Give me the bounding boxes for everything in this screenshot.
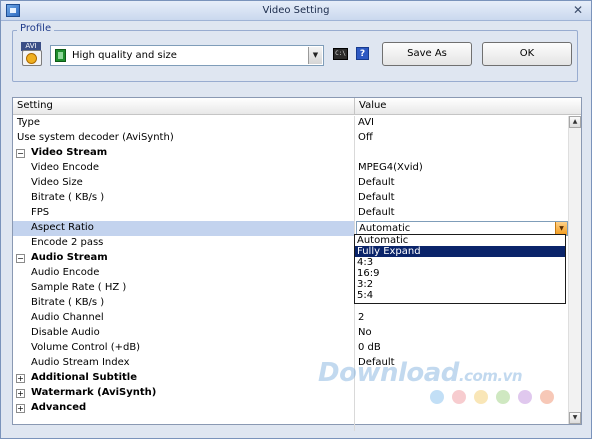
grid-row-volume-control[interactable]: Volume Control (+dB) 0 dB (13, 341, 568, 356)
dropdown-option[interactable]: 16:9 (355, 268, 565, 279)
row-value[interactable]: No (356, 326, 568, 341)
row-value[interactable]: AVI (356, 116, 568, 131)
row-value[interactable]: 2 (356, 311, 568, 326)
row-value[interactable]: Off (356, 131, 568, 146)
save-as-button[interactable]: Save As (382, 42, 472, 66)
dropdown-option[interactable]: 4:3 (355, 257, 565, 268)
group-label: Additional Subtitle (13, 371, 355, 386)
grid-row-video-bitrate[interactable]: Bitrate ( KB/s ) Default (13, 191, 568, 206)
row-setting: Disable Audio (13, 326, 355, 341)
grid-row-fps[interactable]: FPS Default (13, 206, 568, 221)
collapse-icon[interactable]: − (16, 254, 25, 263)
row-setting: Use system decoder (AviSynth) (13, 131, 355, 146)
aspect-ratio-dropdown: Automatic Fully Expand 4:3 16:9 3:2 5:4 (354, 234, 566, 304)
row-setting: Encode 2 pass (13, 236, 355, 251)
row-value (356, 371, 568, 386)
group-video-stream[interactable]: Video Stream − (13, 146, 568, 161)
header-setting[interactable]: Setting (13, 98, 355, 115)
dropdown-option[interactable]: Automatic (355, 235, 565, 246)
grid-row-video-size[interactable]: Video Size Default (13, 176, 568, 191)
row-setting: Audio Channel (13, 311, 355, 326)
row-setting: Type (13, 116, 355, 131)
row-value[interactable]: 0 dB (356, 341, 568, 356)
row-setting: Bitrate ( KB/s ) (13, 296, 355, 311)
row-value (356, 146, 568, 161)
group-watermark[interactable]: Watermark (AviSynth) + (13, 386, 568, 401)
grid-row-disable-audio[interactable]: Disable Audio No (13, 326, 568, 341)
row-value[interactable]: Default (356, 356, 568, 371)
grid-row-audio-channel[interactable]: Audio Channel 2 (13, 311, 568, 326)
row-value[interactable]: Default (356, 206, 568, 221)
group-label: Watermark (AviSynth) (13, 386, 355, 401)
grid-row-video-encode[interactable]: Video Encode MPEG4(Xvid) (13, 161, 568, 176)
row-setting: Aspect Ratio (13, 221, 355, 236)
row-setting: Bitrate ( KB/s ) (13, 191, 355, 206)
header-value[interactable]: Value (355, 98, 581, 115)
chevron-down-icon[interactable]: ▼ (308, 47, 322, 64)
row-value (356, 386, 568, 401)
dropdown-option-selected[interactable]: Fully Expand (355, 246, 565, 257)
profile-select-value: High quality and size (72, 50, 177, 61)
vertical-scrollbar[interactable]: ▲ ▼ (568, 116, 581, 424)
titlebar: Video Setting ✕ (1, 1, 591, 21)
window-title: Video Setting (262, 5, 330, 16)
expand-icon[interactable]: + (16, 389, 25, 398)
row-setting: Video Encode (13, 161, 355, 176)
collapse-icon[interactable]: − (16, 149, 25, 158)
group-advanced[interactable]: Advanced + (13, 401, 568, 416)
grid-header: Setting Value (13, 98, 581, 115)
profile-select[interactable]: High quality and size ▼ (50, 45, 324, 66)
scroll-down-icon[interactable]: ▼ (569, 412, 581, 424)
row-setting: Sample Rate ( HZ ) (13, 281, 355, 296)
group-label: Advanced (13, 401, 355, 416)
row-setting: Audio Encode (13, 266, 355, 281)
expand-icon[interactable]: + (16, 374, 25, 383)
expand-icon[interactable]: + (16, 404, 25, 413)
group-label: Audio Stream (13, 251, 355, 266)
dropdown-option[interactable]: 3:2 (355, 279, 565, 290)
row-setting: Video Size (13, 176, 355, 191)
group-label: Video Stream (13, 146, 355, 161)
grid-row-audio-stream-index[interactable]: Audio Stream Index Default (13, 356, 568, 371)
scroll-up-icon[interactable]: ▲ (569, 116, 581, 128)
group-additional-subtitle[interactable]: Additional Subtitle + (13, 371, 568, 386)
profile-legend: Profile (17, 23, 55, 34)
ok-button[interactable]: OK (482, 42, 572, 66)
avi-format-icon: AVI (21, 42, 43, 66)
row-value (356, 401, 568, 416)
row-value[interactable]: MPEG4(Xvid) (356, 161, 568, 176)
profile-quality-icon (55, 49, 66, 62)
row-setting: Audio Stream Index (13, 356, 355, 371)
dropdown-option[interactable]: 5:4 (355, 290, 565, 301)
close-icon[interactable]: ✕ (571, 3, 585, 17)
row-value[interactable]: Default (356, 176, 568, 191)
grid-row-system-decoder[interactable]: Use system decoder (AviSynth) Off (13, 131, 568, 146)
command-line-icon[interactable]: C:\ (333, 48, 348, 60)
grid-row-type[interactable]: Type AVI (13, 116, 568, 131)
help-icon[interactable]: ? (356, 47, 369, 60)
row-setting: Volume Control (+dB) (13, 341, 355, 356)
grid-row-empty (13, 416, 568, 431)
row-value[interactable]: Default (356, 191, 568, 206)
row-setting: FPS (13, 206, 355, 221)
